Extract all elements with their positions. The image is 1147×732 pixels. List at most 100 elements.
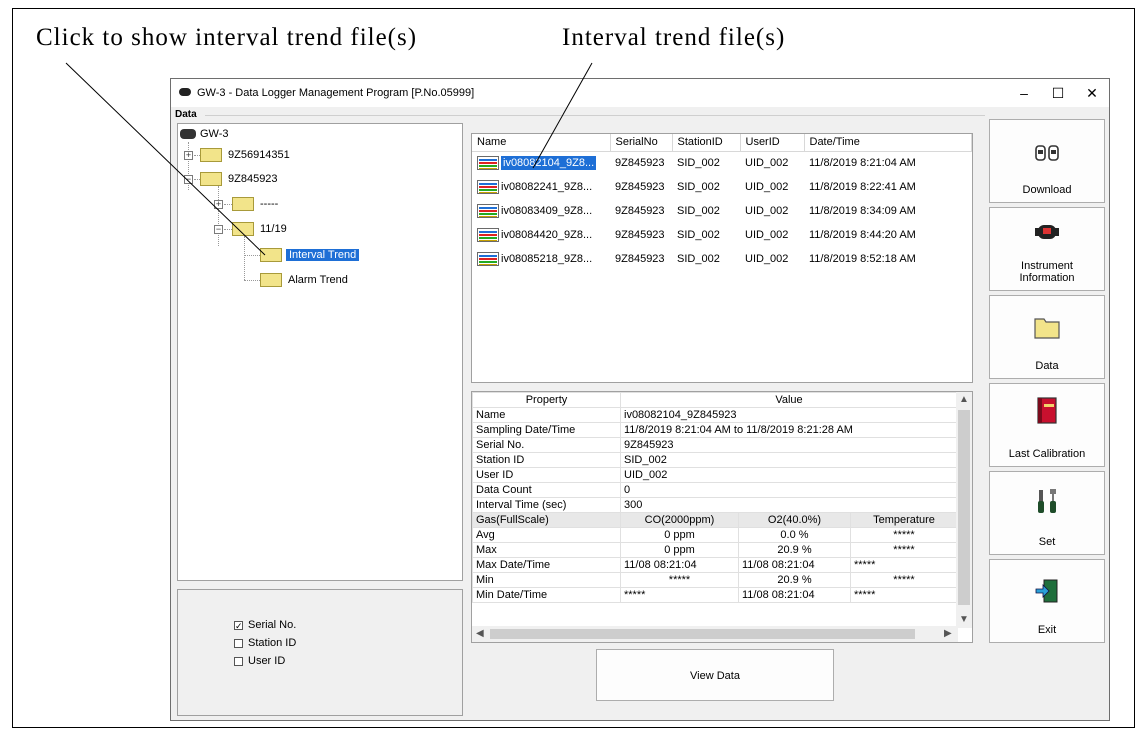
column-serialno[interactable]: SerialNo: [610, 134, 673, 152]
expand-icon[interactable]: +: [214, 200, 223, 209]
checkbox-serial-no[interactable]: ✓ Serial No.: [234, 617, 296, 633]
trend-file-icon: [477, 228, 499, 242]
checkbox-checked[interactable]: ✓: [234, 620, 243, 630]
table-row: Min ***** 20.9 % *****: [472, 572, 958, 588]
vertical-scrollbar[interactable]: ▲ ▼: [956, 392, 972, 628]
scroll-down-icon[interactable]: ▼: [959, 614, 969, 625]
prop-value: 0: [620, 482, 958, 498]
download-label: Download: [1022, 184, 1072, 196]
close-button[interactable]: ✕: [1075, 79, 1109, 107]
minimize-button[interactable]: –: [1007, 79, 1041, 107]
prop-value: *****: [850, 557, 958, 573]
prop-label: Station ID: [472, 452, 621, 468]
tree-node-alarm-trend[interactable]: Alarm Trend: [288, 271, 348, 289]
file-cell: UID_002: [745, 181, 789, 193]
table-row[interactable]: iv08082241_9Z8... 9Z845923 SID_002 UID_002 1…: [472, 175, 972, 199]
collapse-icon[interactable]: −: [184, 175, 193, 184]
column-datetime[interactable]: Date/Time: [804, 134, 972, 152]
prop-value: *****: [620, 572, 739, 588]
app-window: GW-3 - Data Logger Management Program [P…: [170, 78, 1110, 721]
file-cell: SID_002: [677, 181, 720, 193]
prop-label: Gas(FullScale): [472, 512, 621, 528]
file-cell: 11/8/2019 8:44:20 AM: [809, 229, 916, 241]
tree-root[interactable]: GW-3: [180, 125, 229, 143]
checkbox-station-id[interactable]: Station ID: [234, 635, 296, 651]
trend-file-icon: [477, 252, 499, 266]
exit-icon: [1035, 579, 1058, 603]
view-data-button[interactable]: View Data: [596, 649, 834, 701]
prop-value: 20.9 %: [738, 572, 851, 588]
folder-tree[interactable]: GW-3 + 9Z56914351 − 9Z845923 + ----- − 1…: [177, 123, 463, 581]
data-button[interactable]: Data: [989, 295, 1105, 379]
tree-node-interval-trend-label: Interval Trend: [286, 249, 360, 261]
file-name-cell: iv08085218_9Z8...: [472, 247, 610, 271]
group-label-data: Data: [175, 109, 200, 120]
tools-icon: [1038, 489, 1056, 513]
table-row: Name iv08082104_9Z845923: [472, 407, 958, 423]
properties-grid[interactable]: Property Value Name iv08082104_9Z845923 S…: [471, 391, 973, 643]
exit-button[interactable]: Exit: [989, 559, 1105, 643]
column-userid[interactable]: UserID: [740, 134, 805, 152]
prop-label: Data Count: [472, 482, 621, 498]
prop-value: 300: [620, 497, 958, 513]
tree-node-11-19[interactable]: 11/19: [260, 220, 287, 238]
prop-value: *****: [850, 542, 958, 558]
file-name-cell: iv08084420_9Z8...: [472, 223, 610, 247]
trend-file-icon: [477, 180, 499, 194]
table-row: Gas(FullScale) CO(2000ppm) O2(40.0%) Tem…: [472, 512, 958, 528]
folder-icon: [260, 248, 282, 262]
column-stationid[interactable]: StationID: [672, 134, 741, 152]
prop-label: Max Date/Time: [472, 557, 621, 573]
tree-node-9z56914351[interactable]: 9Z56914351: [228, 146, 290, 164]
prop-value: 0 ppm: [620, 527, 739, 543]
expand-icon[interactable]: +: [184, 151, 193, 160]
prop-value: UID_002: [620, 467, 958, 483]
instrument-information-button[interactable]: Instrument Information: [989, 207, 1105, 291]
scroll-thumb[interactable]: [490, 629, 915, 639]
file-name-label: iv08084420_9Z8...: [501, 228, 593, 241]
prop-value: 0.0 %: [738, 527, 851, 543]
tree-node-interval-trend[interactable]: Interval Trend: [286, 246, 360, 264]
tree-root-label: GW-3: [200, 128, 229, 140]
file-name-label: iv08085218_9Z8...: [501, 252, 593, 265]
file-cell: UID_002: [745, 205, 789, 217]
table-row[interactable]: iv08082104_9Z8... 9Z845923 SID_002 UID_002 1…: [472, 151, 972, 175]
table-row[interactable]: iv08083409_9Z8... 9Z845923 SID_002 UID_002 1…: [472, 199, 972, 223]
checkbox-user-id[interactable]: User ID: [234, 653, 285, 669]
table-row: Station ID SID_002: [472, 452, 958, 468]
scroll-left-icon[interactable]: ◀: [476, 628, 484, 639]
prop-value: SID_002: [620, 452, 958, 468]
scroll-up-icon[interactable]: ▲: [959, 394, 969, 405]
column-name[interactable]: Name: [472, 134, 611, 152]
set-button[interactable]: Set: [989, 471, 1105, 555]
file-name-label: iv08082104_9Z8...: [501, 156, 597, 171]
maximize-button[interactable]: ☐: [1041, 79, 1075, 107]
checkbox-unchecked[interactable]: [234, 656, 243, 666]
prop-label: Name: [472, 407, 621, 423]
download-button[interactable]: Download: [989, 119, 1105, 203]
prop-value: *****: [850, 572, 958, 588]
table-row[interactable]: iv08085218_9Z8... 9Z845923 SID_002 UID_002 1…: [472, 247, 972, 271]
last-calibration-button[interactable]: Last Calibration: [989, 383, 1105, 467]
prop-label: Min: [472, 572, 621, 588]
file-name-label: iv08083409_9Z8...: [501, 204, 593, 217]
tree-node-9z845923[interactable]: 9Z845923: [228, 170, 278, 188]
file-cell: 11/8/2019 8:34:09 AM: [809, 205, 916, 217]
scroll-thumb[interactable]: [958, 410, 970, 605]
set-label: Set: [1038, 536, 1056, 548]
file-list[interactable]: Name SerialNo StationID UserID Date/Time…: [471, 133, 973, 383]
prop-value: 9Z845923: [620, 437, 958, 453]
prop-value: 11/8/2019 8:21:04 AM to 11/8/2019 8:21:2…: [620, 422, 958, 438]
folder-icon: [200, 148, 222, 162]
file-cell: SID_002: [677, 157, 720, 170]
folder-icon: [1034, 318, 1060, 339]
collapse-icon[interactable]: −: [214, 225, 223, 234]
table-row[interactable]: iv08084420_9Z8... 9Z845923 SID_002 UID_002 1…: [472, 223, 972, 247]
tree-node-dashes[interactable]: -----: [260, 195, 278, 213]
exit-label: Exit: [1037, 624, 1057, 636]
checkbox-unchecked[interactable]: [234, 638, 243, 648]
table-row: Serial No. 9Z845923: [472, 437, 958, 453]
properties-header: Property Value: [472, 392, 958, 408]
scroll-right-icon[interactable]: ▶: [944, 628, 952, 639]
horizontal-scrollbar[interactable]: ◀ ▶: [472, 626, 958, 642]
